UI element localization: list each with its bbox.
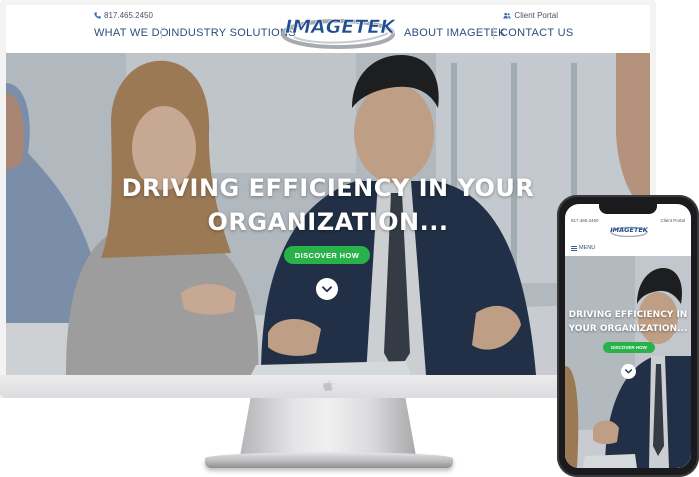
imagetek-logo[interactable]: IMAGETEK (280, 7, 400, 49)
mobile-discover-how-button[interactable]: DISCOVER HOW (603, 342, 655, 353)
mobile-hero-headline-line1: DRIVING EFFICIENCY IN (568, 310, 688, 320)
nav-divider (161, 27, 162, 39)
logo-wordmark: IMAGETEK (285, 16, 396, 38)
user-icon (503, 12, 512, 19)
header-phone[interactable]: 817.465.2450 (94, 11, 153, 20)
nav-divider (493, 27, 494, 39)
hero-headline-line1: DRIVING EFFICIENCY IN YOUR (121, 174, 535, 202)
mobile-client-portal-link[interactable]: Client Portal (660, 218, 685, 223)
discover-how-button[interactable]: DISCOVER HOW (284, 246, 370, 264)
hero-headline-line2: ORGANIZATION... (207, 208, 449, 236)
monitor-stand-base (205, 452, 453, 468)
mobile-screen: 817.465.2450 Client Portal IMAGETEK MENU (565, 204, 691, 468)
hamburger-icon (571, 245, 577, 251)
apple-logo-icon (323, 380, 333, 391)
client-portal-label: Client Portal (514, 11, 558, 20)
mobile-hero-headline-line2: YOUR ORGANIZATION... (568, 324, 688, 334)
mobile-menu-button[interactable]: MENU (571, 245, 595, 251)
nav-about-imagetek[interactable]: ABOUT IMAGETEK (404, 27, 506, 39)
nav-what-we-do[interactable]: WHAT WE DO (94, 27, 169, 39)
desktop-screen: 817.465.2450 Client Portal WHAT WE DO IN… (6, 5, 650, 375)
mobile-hero-photo (565, 256, 691, 468)
header-phone-number: 817.465.2450 (104, 11, 153, 20)
mobile-hero-section: DRIVING EFFICIENCY IN YOUR ORGANIZATION.… (565, 256, 691, 468)
hero-section: DRIVING EFFICIENCY IN YOUR ORGANIZATION.… (6, 53, 650, 375)
chevron-down-icon (322, 285, 332, 292)
chevron-down-icon (625, 369, 632, 374)
device-mockup: 817.465.2450 Client Portal WHAT WE DO IN… (0, 0, 699, 477)
client-portal-link[interactable]: Client Portal (503, 11, 558, 20)
site-header: 817.465.2450 Client Portal WHAT WE DO IN… (6, 5, 650, 53)
nav-contact-us[interactable]: CONTACT US (500, 27, 574, 39)
hero-headline: DRIVING EFFICIENCY IN YOUR ORGANIZATION.… (6, 171, 650, 239)
nav-industry-solutions[interactable]: INDUSTRY SOLUTIONS (168, 27, 296, 39)
scroll-down-button[interactable] (316, 278, 338, 300)
phone-icon (94, 12, 101, 19)
mobile-scroll-down-button[interactable] (621, 364, 636, 379)
monitor-stand (240, 398, 416, 456)
mobile-hero-headline: DRIVING EFFICIENCY IN YOUR ORGANIZATION.… (565, 308, 691, 336)
mobile-menu-label: MENU (579, 245, 596, 251)
phone-notch (599, 204, 657, 214)
